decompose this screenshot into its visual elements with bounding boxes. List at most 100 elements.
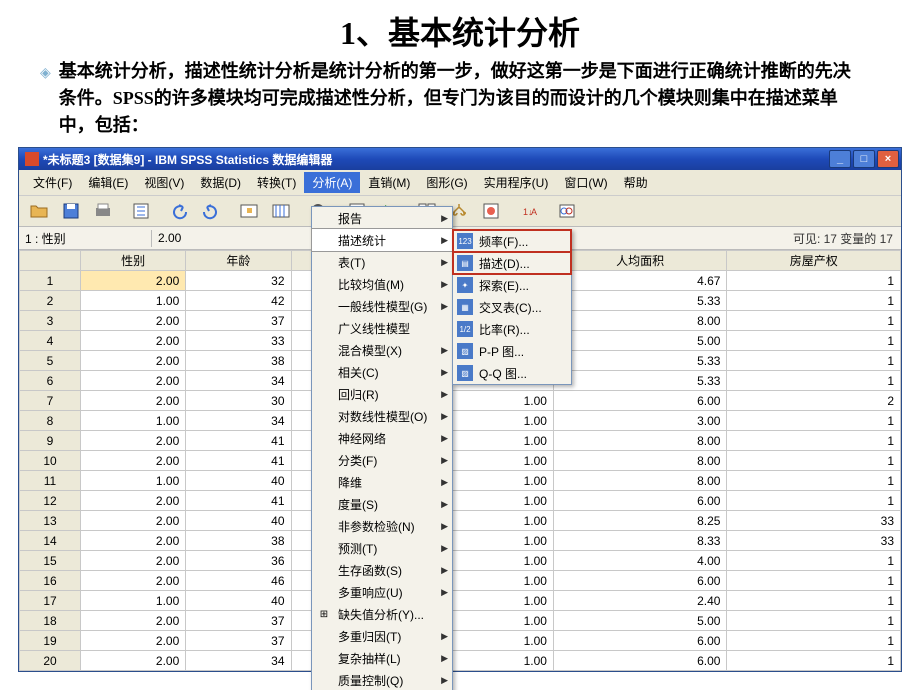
cell[interactable]: 1.00 bbox=[450, 631, 553, 651]
cell[interactable]: 42 bbox=[186, 291, 291, 311]
row-header[interactable]: 18 bbox=[20, 611, 81, 631]
row-header[interactable]: 20 bbox=[20, 651, 81, 671]
menu-7[interactable]: 图形(G) bbox=[418, 172, 475, 193]
cell[interactable]: 5.33 bbox=[553, 371, 727, 391]
cell[interactable]: 1.00 bbox=[450, 431, 553, 451]
row-header[interactable]: 6 bbox=[20, 371, 81, 391]
cell[interactable]: 2.00 bbox=[81, 451, 186, 471]
recall-icon[interactable] bbox=[126, 198, 156, 224]
row-header[interactable]: 8 bbox=[20, 411, 81, 431]
cell[interactable]: 2.40 bbox=[553, 591, 727, 611]
cell[interactable]: 1.00 bbox=[450, 651, 553, 671]
cell[interactable]: 38 bbox=[186, 531, 291, 551]
analysis-item[interactable]: 质量控制(Q)▶ bbox=[312, 669, 452, 690]
row-header[interactable]: 13 bbox=[20, 511, 81, 531]
desc-item[interactable]: ▤描述(D)... bbox=[453, 252, 571, 274]
menu-9[interactable]: 窗口(W) bbox=[556, 172, 615, 193]
analysis-item[interactable]: 神经网络▶ bbox=[312, 427, 452, 449]
col-header[interactable]: 年龄 bbox=[186, 251, 291, 271]
cell[interactable]: 46 bbox=[186, 571, 291, 591]
cell[interactable]: 33 bbox=[186, 331, 291, 351]
cell[interactable]: 8.25 bbox=[553, 511, 727, 531]
cell[interactable]: 2.00 bbox=[81, 491, 186, 511]
cell[interactable]: 1 bbox=[727, 651, 901, 671]
row-header[interactable]: 12 bbox=[20, 491, 81, 511]
cell[interactable]: 1 bbox=[727, 611, 901, 631]
cell[interactable]: 1.00 bbox=[81, 411, 186, 431]
cell[interactable]: 1 bbox=[727, 271, 901, 291]
cell[interactable]: 8.00 bbox=[553, 311, 727, 331]
undo-icon[interactable] bbox=[164, 198, 194, 224]
cell[interactable]: 1.00 bbox=[450, 391, 553, 411]
cell[interactable]: 1.00 bbox=[81, 471, 186, 491]
cell[interactable]: 1.00 bbox=[450, 611, 553, 631]
cell[interactable]: 33 bbox=[727, 531, 901, 551]
menu-5[interactable]: 分析(A) bbox=[304, 172, 360, 193]
cell[interactable]: 2.00 bbox=[81, 371, 186, 391]
menu-3[interactable]: 数据(D) bbox=[192, 172, 249, 193]
cell[interactable]: 1 bbox=[727, 451, 901, 471]
row-header[interactable]: 7 bbox=[20, 391, 81, 411]
desc-item[interactable]: ▨P-P 图... bbox=[453, 340, 571, 362]
cell[interactable]: 2.00 bbox=[81, 331, 186, 351]
cell[interactable]: 1 bbox=[727, 631, 901, 651]
cell[interactable]: 34 bbox=[186, 371, 291, 391]
cell[interactable]: 1 bbox=[727, 311, 901, 331]
cell[interactable]: 2.00 bbox=[81, 511, 186, 531]
cell[interactable]: 5.00 bbox=[553, 611, 727, 631]
goto-icon[interactable] bbox=[234, 198, 264, 224]
maximize-button[interactable]: □ bbox=[853, 150, 875, 168]
cell[interactable]: 1.00 bbox=[450, 511, 553, 531]
analysis-item[interactable]: 降维▶ bbox=[312, 471, 452, 493]
cell[interactable]: 34 bbox=[186, 651, 291, 671]
menu-10[interactable]: 帮助 bbox=[616, 172, 656, 193]
cell[interactable]: 37 bbox=[186, 311, 291, 331]
desc-item[interactable]: 123频率(F)... bbox=[453, 230, 571, 252]
open-icon[interactable] bbox=[24, 198, 54, 224]
analysis-item[interactable]: 非参数检验(N)▶ bbox=[312, 515, 452, 537]
row-header[interactable]: 16 bbox=[20, 571, 81, 591]
row-header[interactable]: 1 bbox=[20, 271, 81, 291]
analysis-item[interactable]: 广义线性模型 bbox=[312, 317, 452, 339]
cell[interactable]: 1.00 bbox=[81, 591, 186, 611]
cell[interactable]: 1.00 bbox=[450, 451, 553, 471]
redo-icon[interactable] bbox=[196, 198, 226, 224]
cell[interactable]: 5.00 bbox=[553, 331, 727, 351]
cell[interactable]: 8.00 bbox=[553, 431, 727, 451]
analysis-item[interactable]: 报告▶ bbox=[312, 207, 452, 229]
row-header[interactable]: 14 bbox=[20, 531, 81, 551]
cell[interactable]: 41 bbox=[186, 491, 291, 511]
cell[interactable]: 1 bbox=[727, 331, 901, 351]
row-header[interactable]: 17 bbox=[20, 591, 81, 611]
analysis-item[interactable]: 多重响应(U)▶ bbox=[312, 581, 452, 603]
cell[interactable]: 33 bbox=[727, 511, 901, 531]
cell[interactable]: 1 bbox=[727, 591, 901, 611]
desc-item[interactable]: ▨Q-Q 图... bbox=[453, 362, 571, 384]
cell[interactable]: 8.00 bbox=[553, 471, 727, 491]
analysis-item[interactable]: 复杂抽样(L)▶ bbox=[312, 647, 452, 669]
cell[interactable]: 4.67 bbox=[553, 271, 727, 291]
close-button[interactable]: × bbox=[877, 150, 899, 168]
col-header[interactable]: 房屋产权 bbox=[727, 251, 901, 271]
analysis-item[interactable]: 分类(F)▶ bbox=[312, 449, 452, 471]
row-header[interactable]: 15 bbox=[20, 551, 81, 571]
menu-1[interactable]: 编辑(E) bbox=[80, 172, 136, 193]
analysis-item[interactable]: 混合模型(X)▶ bbox=[312, 339, 452, 361]
cell[interactable]: 36 bbox=[186, 551, 291, 571]
analysis-item[interactable]: 描述统计▶ bbox=[311, 228, 453, 252]
cell[interactable]: 2.00 bbox=[81, 271, 186, 291]
use-sets-icon[interactable] bbox=[552, 198, 582, 224]
analysis-menu[interactable]: 报告▶描述统计▶123频率(F)...▤描述(D)...✦探索(E)...▦交叉… bbox=[311, 206, 453, 690]
cell[interactable]: 2.00 bbox=[81, 391, 186, 411]
cell[interactable]: 1 bbox=[727, 551, 901, 571]
desc-item[interactable]: 1/2比率(R)... bbox=[453, 318, 571, 340]
row-header[interactable]: 9 bbox=[20, 431, 81, 451]
cell[interactable]: 30 bbox=[186, 391, 291, 411]
cell[interactable]: 40 bbox=[186, 471, 291, 491]
analysis-item[interactable]: 相关(C)▶ bbox=[312, 361, 452, 383]
cell[interactable]: 8.00 bbox=[553, 451, 727, 471]
cell[interactable]: 5.33 bbox=[553, 351, 727, 371]
analysis-item[interactable]: 多重归因(T)▶ bbox=[312, 625, 452, 647]
menu-2[interactable]: 视图(V) bbox=[136, 172, 192, 193]
cell[interactable]: 1 bbox=[727, 291, 901, 311]
